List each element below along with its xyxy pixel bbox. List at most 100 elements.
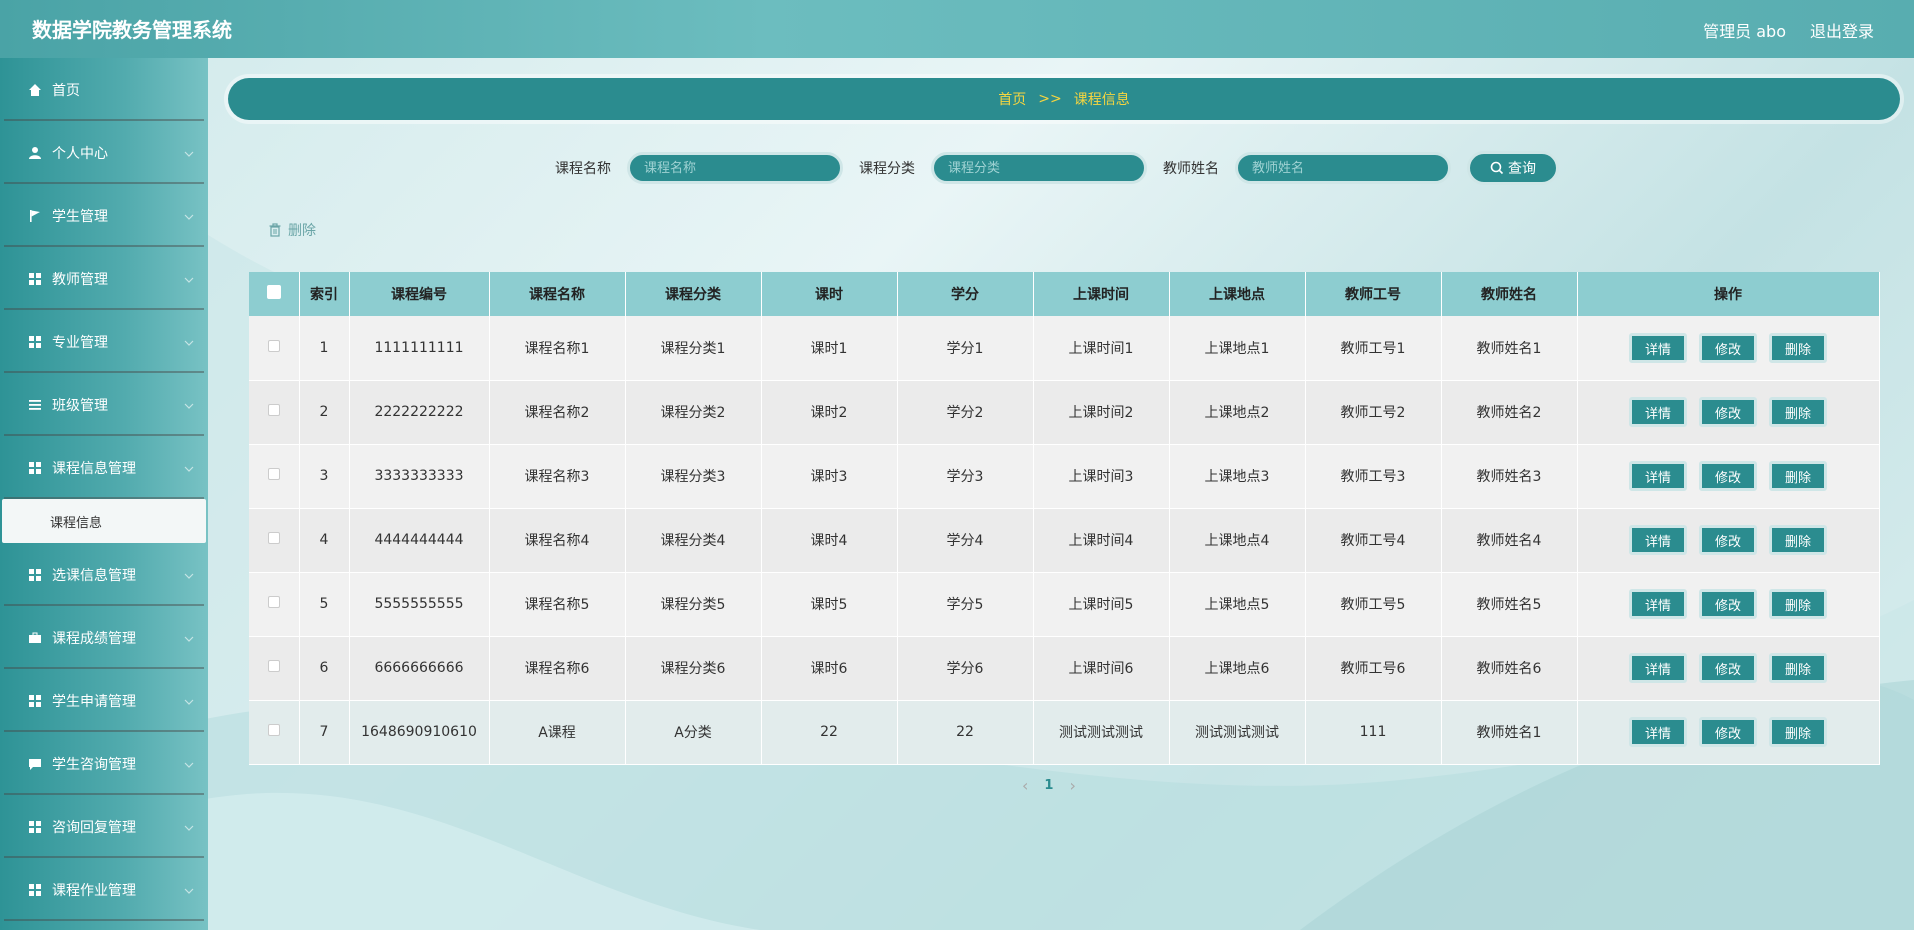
row-actions: 详情 修改 删除: [1577, 444, 1880, 509]
chevron-down-icon: [184, 569, 194, 579]
grid-icon: [28, 461, 42, 475]
teacher-name-input[interactable]: [1235, 152, 1451, 184]
row-checkbox[interactable]: [267, 339, 280, 352]
table-cell: 教师姓名3: [1441, 444, 1578, 509]
delete-button[interactable]: 删除: [1769, 332, 1827, 363]
top-header: 数据学院教务管理系统 管理员 abo 退出登录: [0, 0, 1914, 58]
row-checkbox[interactable]: [267, 724, 280, 736]
detail-button[interactable]: 详情: [1629, 589, 1687, 619]
edit-button[interactable]: 修改: [1699, 717, 1757, 747]
chevron-down-icon: [184, 462, 194, 472]
sidebar-item-1[interactable]: 个人中心: [0, 121, 208, 184]
table-cell: 课时2: [761, 380, 898, 445]
row-select-cell: [249, 572, 300, 637]
table-cell: 学分2: [897, 380, 1034, 445]
row-actions: 详情 修改 删除: [1577, 316, 1880, 381]
edit-button[interactable]: 修改: [1699, 397, 1757, 427]
column-header: 上课地点: [1169, 272, 1306, 316]
edit-button[interactable]: 修改: [1699, 461, 1757, 491]
chevron-down-icon: [184, 758, 194, 768]
sidebar-item-11[interactable]: 咨询回复管理: [0, 795, 208, 858]
batch-delete-button[interactable]: 删除: [268, 220, 316, 240]
edit-button[interactable]: 修改: [1699, 653, 1757, 683]
sidebar-item-label: 课程成绩管理: [52, 630, 136, 647]
select-all-checkbox[interactable]: [266, 285, 281, 299]
prev-page-button[interactable]: ‹: [1022, 776, 1028, 795]
table-cell: 上课地点3: [1169, 444, 1306, 509]
table-cell: 2: [299, 380, 350, 445]
row-checkbox[interactable]: [267, 532, 280, 544]
detail-button[interactable]: 详情: [1629, 525, 1687, 555]
search-button[interactable]: 查询: [1467, 151, 1559, 185]
table-cell: 课时1: [761, 316, 898, 381]
sidebar-item-3[interactable]: 教师管理: [0, 247, 208, 310]
detail-button[interactable]: 详情: [1629, 653, 1687, 683]
table-cell: 学分5: [897, 572, 1034, 637]
edit-button[interactable]: 修改: [1699, 525, 1757, 555]
row-checkbox[interactable]: [267, 468, 280, 480]
sidebar: 首页 个人中心 学生管理 教师管理 专业管理 班级管理 课程信息管理 课程信息 选课信息管理 课程…: [0, 58, 208, 930]
sidebar-item-12[interactable]: 课程作业管理: [0, 858, 208, 921]
row-checkbox[interactable]: [267, 596, 280, 608]
table-row: 2 2222222222 课程名称2 课程分类2 课时2 学分2 上课时间2 上课地点2 教师工…: [249, 380, 1880, 445]
course-category-input[interactable]: [931, 152, 1147, 184]
column-header: 教师姓名: [1441, 272, 1578, 316]
table-cell: 1111111111: [349, 316, 490, 381]
sidebar-item-8[interactable]: 课程成绩管理: [0, 606, 208, 669]
table-cell: 测试测试测试: [1033, 700, 1170, 765]
sidebar-item-4[interactable]: 专业管理: [0, 310, 208, 373]
delete-button[interactable]: 删除: [1769, 461, 1827, 491]
table-cell: A课程: [489, 700, 626, 765]
table-cell: 教师工号4: [1305, 508, 1442, 573]
table-cell: 学分6: [897, 636, 1034, 701]
table-cell: 上课地点6: [1169, 636, 1306, 701]
breadcrumb: 首页 >> 课程信息: [228, 78, 1900, 120]
column-header: 学分: [897, 272, 1034, 316]
detail-button[interactable]: 详情: [1629, 397, 1687, 427]
grid-icon: [28, 568, 42, 582]
sidebar-subitem-course-info[interactable]: 课程信息: [2, 499, 206, 543]
course-name-label: 课程名称: [555, 161, 611, 177]
table-cell: 4: [299, 508, 350, 573]
delete-button[interactable]: 删除: [1769, 717, 1827, 747]
row-checkbox[interactable]: [267, 404, 280, 416]
edit-button[interactable]: 修改: [1699, 332, 1757, 363]
row-checkbox[interactable]: [267, 660, 280, 672]
chevron-down-icon: [184, 399, 194, 409]
sidebar-item-0[interactable]: 首页: [0, 58, 208, 121]
page-number-current[interactable]: 1: [1044, 778, 1053, 793]
detail-button[interactable]: 详情: [1629, 717, 1687, 747]
sidebar-item-10[interactable]: 学生咨询管理: [0, 732, 208, 795]
detail-button[interactable]: 详情: [1629, 332, 1687, 363]
sidebar-item-7[interactable]: 选课信息管理: [0, 543, 208, 606]
logout-link[interactable]: 退出登录: [1810, 18, 1874, 42]
column-header: 课程名称: [489, 272, 626, 316]
next-page-button[interactable]: ›: [1069, 776, 1075, 795]
delete-button[interactable]: 删除: [1769, 397, 1827, 427]
table-cell: 6: [299, 636, 350, 701]
select-all-cell: [249, 272, 300, 316]
row-select-cell: [249, 508, 300, 573]
table-cell: 课程名称5: [489, 572, 626, 637]
detail-button[interactable]: 详情: [1629, 461, 1687, 491]
course-name-input[interactable]: [627, 152, 843, 184]
breadcrumb-separator: >>: [1038, 91, 1062, 107]
chevron-down-icon: [184, 336, 194, 346]
table-cell: 上课时间4: [1033, 508, 1170, 573]
table-cell: 课时3: [761, 444, 898, 509]
sidebar-item-6[interactable]: 课程信息管理: [0, 436, 208, 499]
sidebar-item-2[interactable]: 学生管理: [0, 184, 208, 247]
edit-button[interactable]: 修改: [1699, 589, 1757, 619]
sidebar-item-5[interactable]: 班级管理: [0, 373, 208, 436]
sidebar-item-9[interactable]: 学生申请管理: [0, 669, 208, 732]
column-header: 操作: [1577, 272, 1880, 316]
table-cell: 课程名称1: [489, 316, 626, 381]
delete-button[interactable]: 删除: [1769, 525, 1827, 555]
table-cell: 上课地点5: [1169, 572, 1306, 637]
delete-button[interactable]: 删除: [1769, 589, 1827, 619]
breadcrumb-home[interactable]: 首页: [998, 89, 1026, 109]
table-cell: 2222222222: [349, 380, 490, 445]
delete-button[interactable]: 删除: [1769, 653, 1827, 683]
table-cell: 1: [299, 316, 350, 381]
table-cell: 22: [897, 700, 1034, 765]
